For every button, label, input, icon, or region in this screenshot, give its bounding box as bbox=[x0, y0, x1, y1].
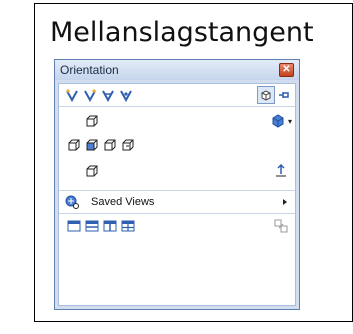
right-view-icon[interactable] bbox=[103, 138, 117, 152]
normal-to-icon[interactable] bbox=[274, 164, 288, 178]
view-selector-icon-2[interactable] bbox=[83, 88, 97, 102]
four-viewport-icon[interactable] bbox=[121, 219, 135, 233]
chevron-right-icon bbox=[283, 199, 287, 205]
isometric-view-icon[interactable] bbox=[271, 114, 285, 128]
two-viewport-vertical-icon[interactable] bbox=[103, 219, 117, 233]
caption-text: Mellanslagstangent bbox=[50, 17, 314, 48]
orientation-panel: Orientation ✕ ▾ Saved Views bbox=[54, 59, 300, 310]
divider bbox=[59, 213, 295, 214]
link-views-icon[interactable] bbox=[274, 219, 288, 233]
panel-titlebar[interactable]: Orientation ✕ bbox=[55, 60, 299, 80]
top-view-icon[interactable] bbox=[85, 114, 99, 128]
view-cube-toggle-icon bbox=[261, 90, 271, 101]
back-view-icon[interactable] bbox=[121, 138, 135, 152]
saved-views-row[interactable]: Saved Views bbox=[59, 191, 295, 213]
bottom-view-icon[interactable] bbox=[85, 164, 99, 178]
toolbar-row bbox=[59, 84, 295, 106]
two-viewport-horizontal-icon[interactable] bbox=[85, 219, 99, 233]
pin-icon[interactable] bbox=[277, 88, 291, 102]
view-selector-icon-3[interactable] bbox=[101, 88, 115, 102]
dropdown-arrow-icon[interactable]: ▾ bbox=[288, 117, 292, 126]
viewport-row bbox=[59, 215, 295, 237]
saved-views-icon bbox=[65, 195, 79, 209]
saved-views-label: Saved Views bbox=[91, 196, 155, 208]
single-viewport-icon[interactable] bbox=[67, 219, 81, 233]
front-view-icon[interactable] bbox=[85, 138, 99, 152]
left-view-icon[interactable] bbox=[67, 138, 81, 152]
panel-body: ▾ Saved Views bbox=[58, 83, 296, 306]
close-button[interactable]: ✕ bbox=[279, 63, 294, 77]
view-selector-icon-1[interactable] bbox=[65, 88, 79, 102]
divider bbox=[59, 106, 295, 107]
view-cube-toggle-button[interactable] bbox=[257, 86, 275, 104]
view-selector-icon-4[interactable] bbox=[119, 88, 133, 102]
panel-title: Orientation bbox=[60, 63, 119, 77]
standard-views-section: ▾ bbox=[59, 108, 295, 188]
